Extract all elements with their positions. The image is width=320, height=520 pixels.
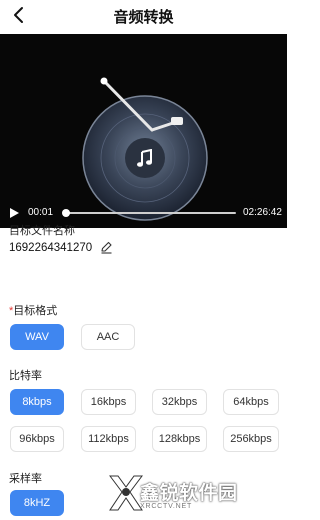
vinyl-disc-artwork <box>82 77 208 221</box>
music-note-icon <box>137 149 152 167</box>
page-title: 音频转换 <box>113 9 174 26</box>
bitrate-option-112kbps[interactable]: 112kbps <box>81 426 136 452</box>
target-format-label: *目标格式 <box>9 302 57 318</box>
watermark-url: XRCCTV.NET <box>140 503 193 510</box>
player-controls: 00:01 02:26:42 <box>0 202 287 224</box>
bitrate-option-128kbps[interactable]: 128kbps <box>152 426 207 452</box>
samplerate-option-8khz[interactable]: 8kHZ <box>10 490 64 516</box>
total-time: 02:26:42 <box>243 207 282 218</box>
samplerate-label: 采样率 <box>9 473 42 485</box>
audio-player <box>0 34 287 228</box>
progress-bar[interactable] <box>61 209 236 217</box>
top-bar: 音频转换 <box>0 0 287 34</box>
bitrate-option-96kbps[interactable]: 96kbps <box>10 426 64 452</box>
bitrate-option-32kbps[interactable]: 32kbps <box>152 389 207 415</box>
format-option-wav[interactable]: WAV <box>10 324 64 350</box>
file-name-value: 1692264341270 <box>9 242 93 254</box>
bitrate-option-8kbps[interactable]: 8kbps <box>10 389 64 415</box>
bitrate-label: 比特率 <box>9 370 42 382</box>
progress-thumb[interactable] <box>61 209 70 217</box>
watermark-text: 鑫锐软件园 <box>140 483 238 504</box>
bitrate-option-256kbps[interactable]: 256kbps <box>223 426 279 452</box>
bitrate-option-64kbps[interactable]: 64kbps <box>223 389 279 415</box>
bitrate-option-16kbps[interactable]: 16kbps <box>81 389 136 415</box>
play-icon[interactable] <box>8 207 20 219</box>
pencil-icon[interactable] <box>100 241 113 254</box>
target-format-text: 目标格式 <box>13 305 58 317</box>
format-option-aac[interactable]: AAC <box>81 324 135 350</box>
file-name-label: 目标文件名称 <box>9 225 75 237</box>
current-time: 00:01 <box>28 207 54 218</box>
